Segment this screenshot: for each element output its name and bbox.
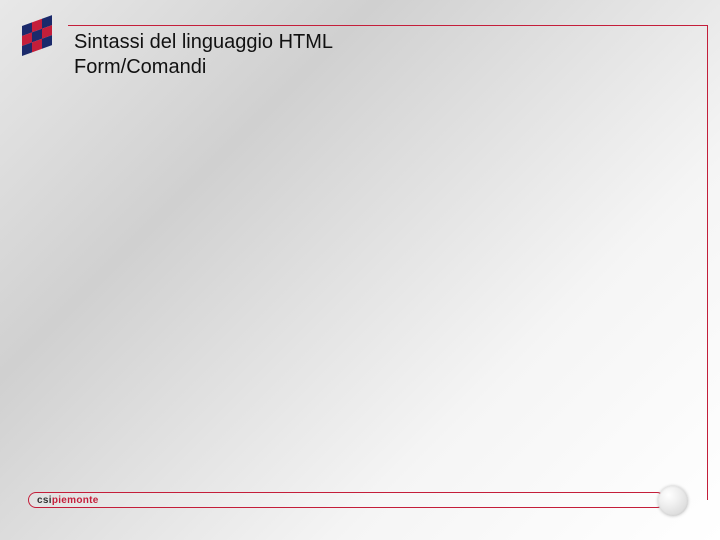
footer-brand-left: csi xyxy=(37,495,52,506)
slide: Sintassi del linguaggio HTML Form/Comand… xyxy=(0,0,720,540)
logo-icon xyxy=(18,12,66,60)
footer-brand-right: piemonte xyxy=(52,495,99,506)
footer-brand: csipiemonte xyxy=(37,495,99,506)
slide-title: Sintassi del linguaggio HTML Form/Comand… xyxy=(74,30,333,80)
page-indicator-icon xyxy=(658,486,688,516)
footer-bar: csipiemonte xyxy=(28,492,665,508)
title-line-1: Sintassi del linguaggio HTML xyxy=(74,30,333,55)
title-line-2: Form/Comandi xyxy=(74,55,333,80)
right-divider xyxy=(707,25,708,500)
top-divider xyxy=(68,25,708,26)
